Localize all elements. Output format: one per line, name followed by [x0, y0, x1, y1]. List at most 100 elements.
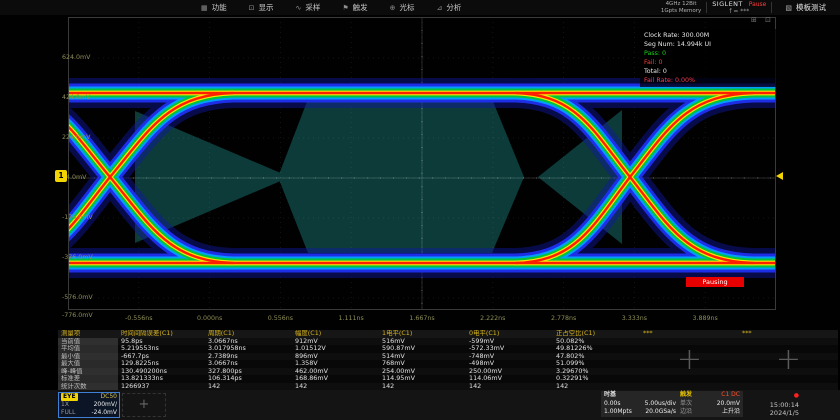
measurement-value: 142	[292, 383, 379, 391]
measurement-header[interactable]: 1电平(C1)	[379, 330, 466, 338]
time-label: 3.333ns	[622, 315, 647, 322]
system-clock[interactable]: ● 15:00:14 2024/1/5	[741, 391, 799, 418]
timebase-samplerate: 20.0GSa/s	[645, 408, 676, 417]
measurement-value: 106.314ps	[205, 375, 292, 383]
voltage-label: -176.0mV	[62, 214, 93, 221]
menu-item-功能[interactable]: ▦功能	[190, 0, 238, 15]
voltage-label: 424.0mV	[62, 94, 90, 101]
trigger-mode: 单次	[680, 400, 692, 409]
row-label: 标准差	[58, 375, 118, 383]
menu-item-触发[interactable]: ⚑触发	[331, 0, 378, 15]
measurement-column: 正占空比(C1)50.082%49.81226%47.802%51.099%3.…	[553, 330, 640, 390]
timebase-delay: 0.00s	[604, 400, 621, 409]
menu-icon: ⚑	[342, 4, 348, 12]
mask-info-line: Total: 0	[644, 67, 772, 76]
menu-icon: ⊕	[390, 4, 396, 12]
measurement-value: 47.802%	[553, 353, 640, 361]
measurement-value: 590.87mV	[379, 345, 466, 353]
waveform-display[interactable]: 624.0mV424.0mV224.0mV24.0mV-176.0mV-376.…	[68, 17, 776, 310]
mask-info-line: Clock Rate: 300.00M	[644, 31, 772, 40]
scope-display-area: 624.0mV424.0mV224.0mV24.0mV-176.0mV-376.…	[0, 15, 840, 330]
menu-item-显示[interactable]: ⊡显示	[238, 0, 285, 15]
trigger-level-arrow[interactable]	[776, 172, 783, 180]
clock-date: 2024/1/5	[741, 409, 799, 418]
mask-test-button[interactable]: ▧ 模板测试	[777, 2, 840, 13]
measurement-value: 0.32291%	[553, 375, 640, 383]
measurement-column: 幅度(C1)912mV1.01512V896mV1.358V462.00mV16…	[292, 330, 379, 390]
measurement-value: -498mV	[466, 360, 553, 368]
measurement-value: 254.00mV	[379, 368, 466, 376]
measurement-column: 周期(C1)3.0667ns3.017958ns2.7389ns3.0667ns…	[205, 330, 292, 390]
measurement-header[interactable]: 时间间隔误差(C1)	[118, 330, 205, 338]
measurement-column: 1电平(C1)516mV590.87mV514mV768mV254.00mV11…	[379, 330, 466, 390]
add-channel-button[interactable]: +	[122, 393, 166, 417]
voltage-label: -776.0mV	[62, 312, 93, 319]
row-label: 峰-峰值	[58, 368, 118, 376]
measurement-value: 5.219553ns	[118, 345, 205, 353]
measurement-column: ***+	[739, 330, 838, 390]
channel-eye-descriptor[interactable]: EYE DC50 1X 200mV/ FULL -24.0mV	[58, 392, 120, 418]
channel-offset: -24.0mV	[92, 409, 117, 417]
timebase-descriptor[interactable]: 时基 0.00s 5.00us/div 1.00Mpts 20.0GSa/s	[601, 391, 679, 417]
time-label: 0.000ns	[197, 315, 222, 322]
specs-line1: 4GHz 12Bit	[661, 1, 701, 8]
measurement-value	[739, 383, 838, 391]
clock-time: 15:00:14	[741, 401, 799, 410]
measurement-value: 13.821333ns	[118, 375, 205, 383]
menu-item-光标[interactable]: ⊕光标	[379, 0, 426, 15]
record-dot-icon: ●	[794, 392, 799, 399]
row-label: 统计次数	[58, 383, 118, 391]
trigger-title: 触发	[680, 391, 692, 400]
acquisition-status: Pause	[749, 1, 767, 8]
row-label: 平均值	[58, 345, 118, 353]
measurement-header[interactable]: 幅度(C1)	[292, 330, 379, 338]
measurement-value: 3.0667ns	[205, 338, 292, 346]
trigger-slope: 上升沿	[722, 408, 740, 417]
timebase-scale: 5.00us/div	[645, 400, 676, 409]
time-label: 1.667ns	[409, 315, 434, 322]
specs-line2: 1Gpts Memory	[661, 8, 701, 15]
trigger-source: C1 DC	[721, 391, 740, 400]
measurement-header[interactable]: 正占空比(C1)	[553, 330, 640, 338]
menu-icon: ∿	[296, 4, 302, 12]
menu-items: ▦功能⊡显示∿采样⚑触发⊕光标⊿分析	[190, 0, 472, 15]
measurement-header[interactable]: ***	[739, 330, 838, 338]
measurement-value: 130.490200ns	[118, 368, 205, 376]
measurement-value: 168.86mV	[292, 375, 379, 383]
measurement-value: 1266937	[118, 383, 205, 391]
brand-block: SIGLENT Pause f = ***	[712, 1, 766, 15]
mask-test-icon: ▧	[785, 4, 792, 12]
topbar-right: 4GHz 12Bit 1Gpts Memory SIGLENT Pause f …	[661, 0, 840, 15]
row-label: 测量项	[58, 330, 118, 338]
measurement-value: 1.358V	[292, 360, 379, 368]
menu-bar: ▦功能⊡显示∿采样⚑触发⊕光标⊿分析 4GHz 12Bit 1Gpts Memo…	[0, 0, 840, 16]
measurement-value: 2.7389ns	[205, 353, 292, 361]
separator	[706, 2, 707, 13]
measurement-value: 114.06mV	[466, 375, 553, 383]
measurement-header[interactable]: 0电平(C1)	[466, 330, 553, 338]
time-label: -0.556ns	[125, 315, 153, 322]
display-corner-icons[interactable]: ⊞ ⊡	[751, 16, 774, 24]
measurement-value: -748mV	[466, 353, 553, 361]
measurement-value: 114.95mV	[379, 375, 466, 383]
measurement-value: -667.7ps	[118, 353, 205, 361]
menu-item-分析[interactable]: ⊿分析	[426, 0, 473, 15]
measurement-value: 3.017958ns	[205, 345, 292, 353]
mask-info-line: Fail Rate: 0.00%	[644, 76, 772, 85]
measurement-header[interactable]: 周期(C1)	[205, 330, 292, 338]
measurement-table: 测量项当前值平均值最小值最大值峰-峰值标准差统计次数时间间隔误差(C1)95.8…	[58, 330, 838, 390]
pausing-badge: Pausing	[686, 277, 744, 287]
mask-center-hexagon	[278, 99, 524, 253]
row-label: 最小值	[58, 353, 118, 361]
menu-item-采样[interactable]: ∿采样	[285, 0, 332, 15]
mask-info-line: Seg Num: 14.994k UI	[644, 40, 772, 49]
measurement-header[interactable]: ***	[640, 330, 739, 338]
measurement-value: 142	[553, 383, 640, 391]
trigger-type: 边沿	[680, 408, 692, 417]
measurement-value: 250.00mV	[466, 368, 553, 376]
channel1-level-marker[interactable]: 1	[55, 170, 67, 182]
time-label: 3.889ns	[693, 315, 718, 322]
measurement-value: 327.800ps	[205, 368, 292, 376]
channel-scale: 200mV/	[94, 401, 117, 409]
trigger-descriptor[interactable]: 触发 C1 DC 单次 20.0mV 边沿 上升沿	[677, 391, 743, 417]
